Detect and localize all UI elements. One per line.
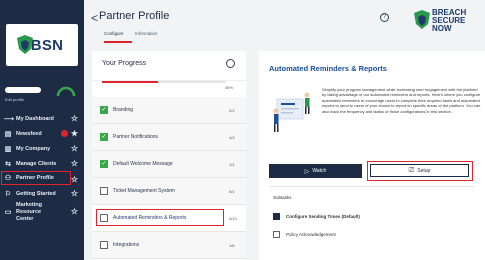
people-illustration-icon: [273, 92, 310, 132]
detail-panel: Automated Reminders & Reports Simplify y…: [259, 51, 485, 260]
progress-bar: [102, 81, 226, 83]
checkbox-unchecked: [100, 187, 108, 195]
tab-information[interactable]: Information: [135, 31, 158, 36]
task-label: Automated Reminders & Reports: [113, 215, 187, 221]
sidebar-item-my-company[interactable]: ▥ My Company ☆: [0, 141, 84, 156]
detail-title: Automated Reminders & Reports: [269, 64, 387, 73]
sidebar-item-label: My Company: [16, 145, 51, 152]
setup-button-highlight: ⎚ Setup: [367, 161, 473, 181]
task-count: 4/13: [229, 216, 237, 221]
checkbox-checked: ✓: [100, 160, 108, 168]
getting-started-icon: ⚐: [4, 190, 12, 198]
checkbox-checked: ✓: [100, 133, 108, 141]
sidebar-item-manage-clients[interactable]: ⇆ Manage Clients ☆: [0, 156, 84, 171]
list-item-default-welcome-message[interactable]: ✓ Default Welcome Message 1/1: [92, 151, 246, 178]
task-count: 4/4: [229, 135, 235, 140]
tab-configure[interactable]: Configure: [104, 31, 124, 36]
sidebar-item-label: Getting Started: [16, 190, 56, 197]
sidebar-nav: ⟶ My Dashboard ☆ ▤ Newsfeed ★ ▥ My Compa…: [0, 111, 84, 223]
sidebar-item-getting-started[interactable]: ⚐ Getting Started ☆: [0, 186, 84, 201]
help-icon[interactable]: ?: [380, 13, 389, 22]
detail-description: Simplify your program management while i…: [322, 87, 481, 114]
task-count: 1/1: [229, 162, 235, 167]
sidebar-item-label: Newsfeed: [16, 130, 42, 137]
checkbox-unchecked: [100, 214, 108, 222]
edit-icon: ⎚: [408, 166, 415, 174]
divider: [269, 186, 475, 187]
star-icon[interactable]: ☆: [71, 208, 78, 216]
setup-button[interactable]: ⎚ Setup: [370, 164, 469, 177]
sidebar: BSN Edit profile ⟶ My Dashboard ☆ ▤ News…: [0, 0, 84, 260]
task-label: Integrations: [113, 242, 140, 248]
list-item-automated-reminders-reports[interactable]: Automated Reminders & Reports 4/13: [92, 205, 246, 232]
star-icon[interactable]: ☆: [71, 144, 78, 153]
back-chevron-icon[interactable]: <: [91, 11, 98, 25]
marketing-icon: ▭: [4, 208, 12, 216]
notification-badge: [61, 130, 68, 137]
sidebar-item-newsfeed[interactable]: ▤ Newsfeed ★: [0, 126, 84, 141]
star-icon[interactable]: ☆: [71, 159, 78, 168]
watch-button[interactable]: ▷ Watch: [269, 164, 362, 178]
task-count: 2/2: [229, 108, 235, 113]
task-label: Ticket Management System: [113, 188, 175, 194]
task-label: Partner Notifications: [113, 134, 159, 140]
sidebar-item-partner-profile[interactable]: ⚇ Partner Profile ☆: [1, 171, 78, 185]
sidebar-item-my-dashboard[interactable]: ⟶ My Dashboard ☆: [0, 111, 84, 126]
page-title: Partner Profile: [99, 10, 170, 22]
progress-gauge-icon: [56, 86, 76, 97]
play-icon: ▷: [304, 168, 310, 175]
clock-icon: [226, 59, 235, 68]
progress-title: Your Progress: [102, 60, 147, 67]
subtask-configure-sending-times[interactable]: Configure Sending Times (Default): [273, 213, 360, 220]
star-icon[interactable]: ☆: [71, 114, 78, 123]
progress-task-list: ✓ Branding 2/2 ✓ Partner Notifications 4…: [92, 97, 246, 259]
progress-percent: 45%: [225, 85, 234, 90]
subtask-label: Configure Sending Times (Default): [286, 214, 360, 219]
checkbox-unchecked: [100, 241, 108, 249]
subtask-label: Policy Acknowledgement: [286, 232, 336, 237]
partner-profile-icon: ⚇: [4, 175, 12, 182]
task-count: 1/6: [229, 243, 235, 248]
manage-clients-icon: ⇆: [5, 160, 11, 168]
user-name: [5, 87, 41, 93]
newsfeed-icon: ▤: [4, 130, 12, 138]
subtask-policy-acknowledgement[interactable]: Policy Acknowledgement: [273, 231, 336, 238]
sidebar-item-label: Manage Clients: [16, 160, 57, 167]
list-item-ticket-management-system[interactable]: Ticket Management System 0/1: [92, 178, 246, 205]
task-count: 0/1: [229, 189, 235, 194]
breach-secure-now-logo-icon: [414, 10, 430, 29]
user-subtitle[interactable]: Edit profile: [5, 97, 24, 102]
star-icon[interactable]: ☆: [71, 189, 78, 198]
brand-line-2: SECURE NOW: [432, 16, 466, 33]
progress-panel: Your Progress 45% ✓ Branding 2/2 ✓ Partn…: [92, 51, 246, 260]
shield-logo-icon: [17, 35, 33, 54]
checkbox-checked: [273, 213, 280, 220]
list-item-integrations[interactable]: Integrations 1/6: [92, 232, 246, 259]
list-item-branding[interactable]: ✓ Branding 2/2: [92, 97, 246, 124]
subtasks-heading: Subtasks: [273, 195, 292, 200]
checkbox-checked: ✓: [100, 106, 108, 114]
task-label: Branding: [113, 107, 134, 113]
brand-name: BREACH SECURE NOW: [432, 9, 485, 33]
task-label: Default Welcome Message: [113, 161, 173, 167]
sidebar-item-label: Partner Profile: [16, 175, 54, 181]
star-filled-icon[interactable]: ★: [71, 129, 78, 138]
star-icon[interactable]: ☆: [71, 175, 78, 184]
sidebar-item-label: My Dashboard: [16, 115, 54, 122]
progress-bar-fill: [102, 81, 158, 83]
active-tab-indicator: [104, 41, 132, 43]
list-item-partner-notifications[interactable]: ✓ Partner Notifications 4/4: [92, 124, 246, 151]
dashboard-icon: ⟶: [4, 115, 15, 123]
bsn-logo[interactable]: BSN: [6, 24, 78, 66]
watch-button-label: Watch: [312, 168, 327, 174]
progress-header: Your Progress: [92, 51, 246, 81]
company-icon: ▥: [4, 145, 12, 153]
checkbox-unchecked: [273, 231, 280, 238]
sidebar-item-marketing-resource-center[interactable]: ▭ Marketing Resource Center ☆: [0, 201, 84, 223]
sidebar-item-label: Marketing Resource Center: [16, 201, 42, 222]
setup-button-label: Setup: [417, 167, 431, 174]
